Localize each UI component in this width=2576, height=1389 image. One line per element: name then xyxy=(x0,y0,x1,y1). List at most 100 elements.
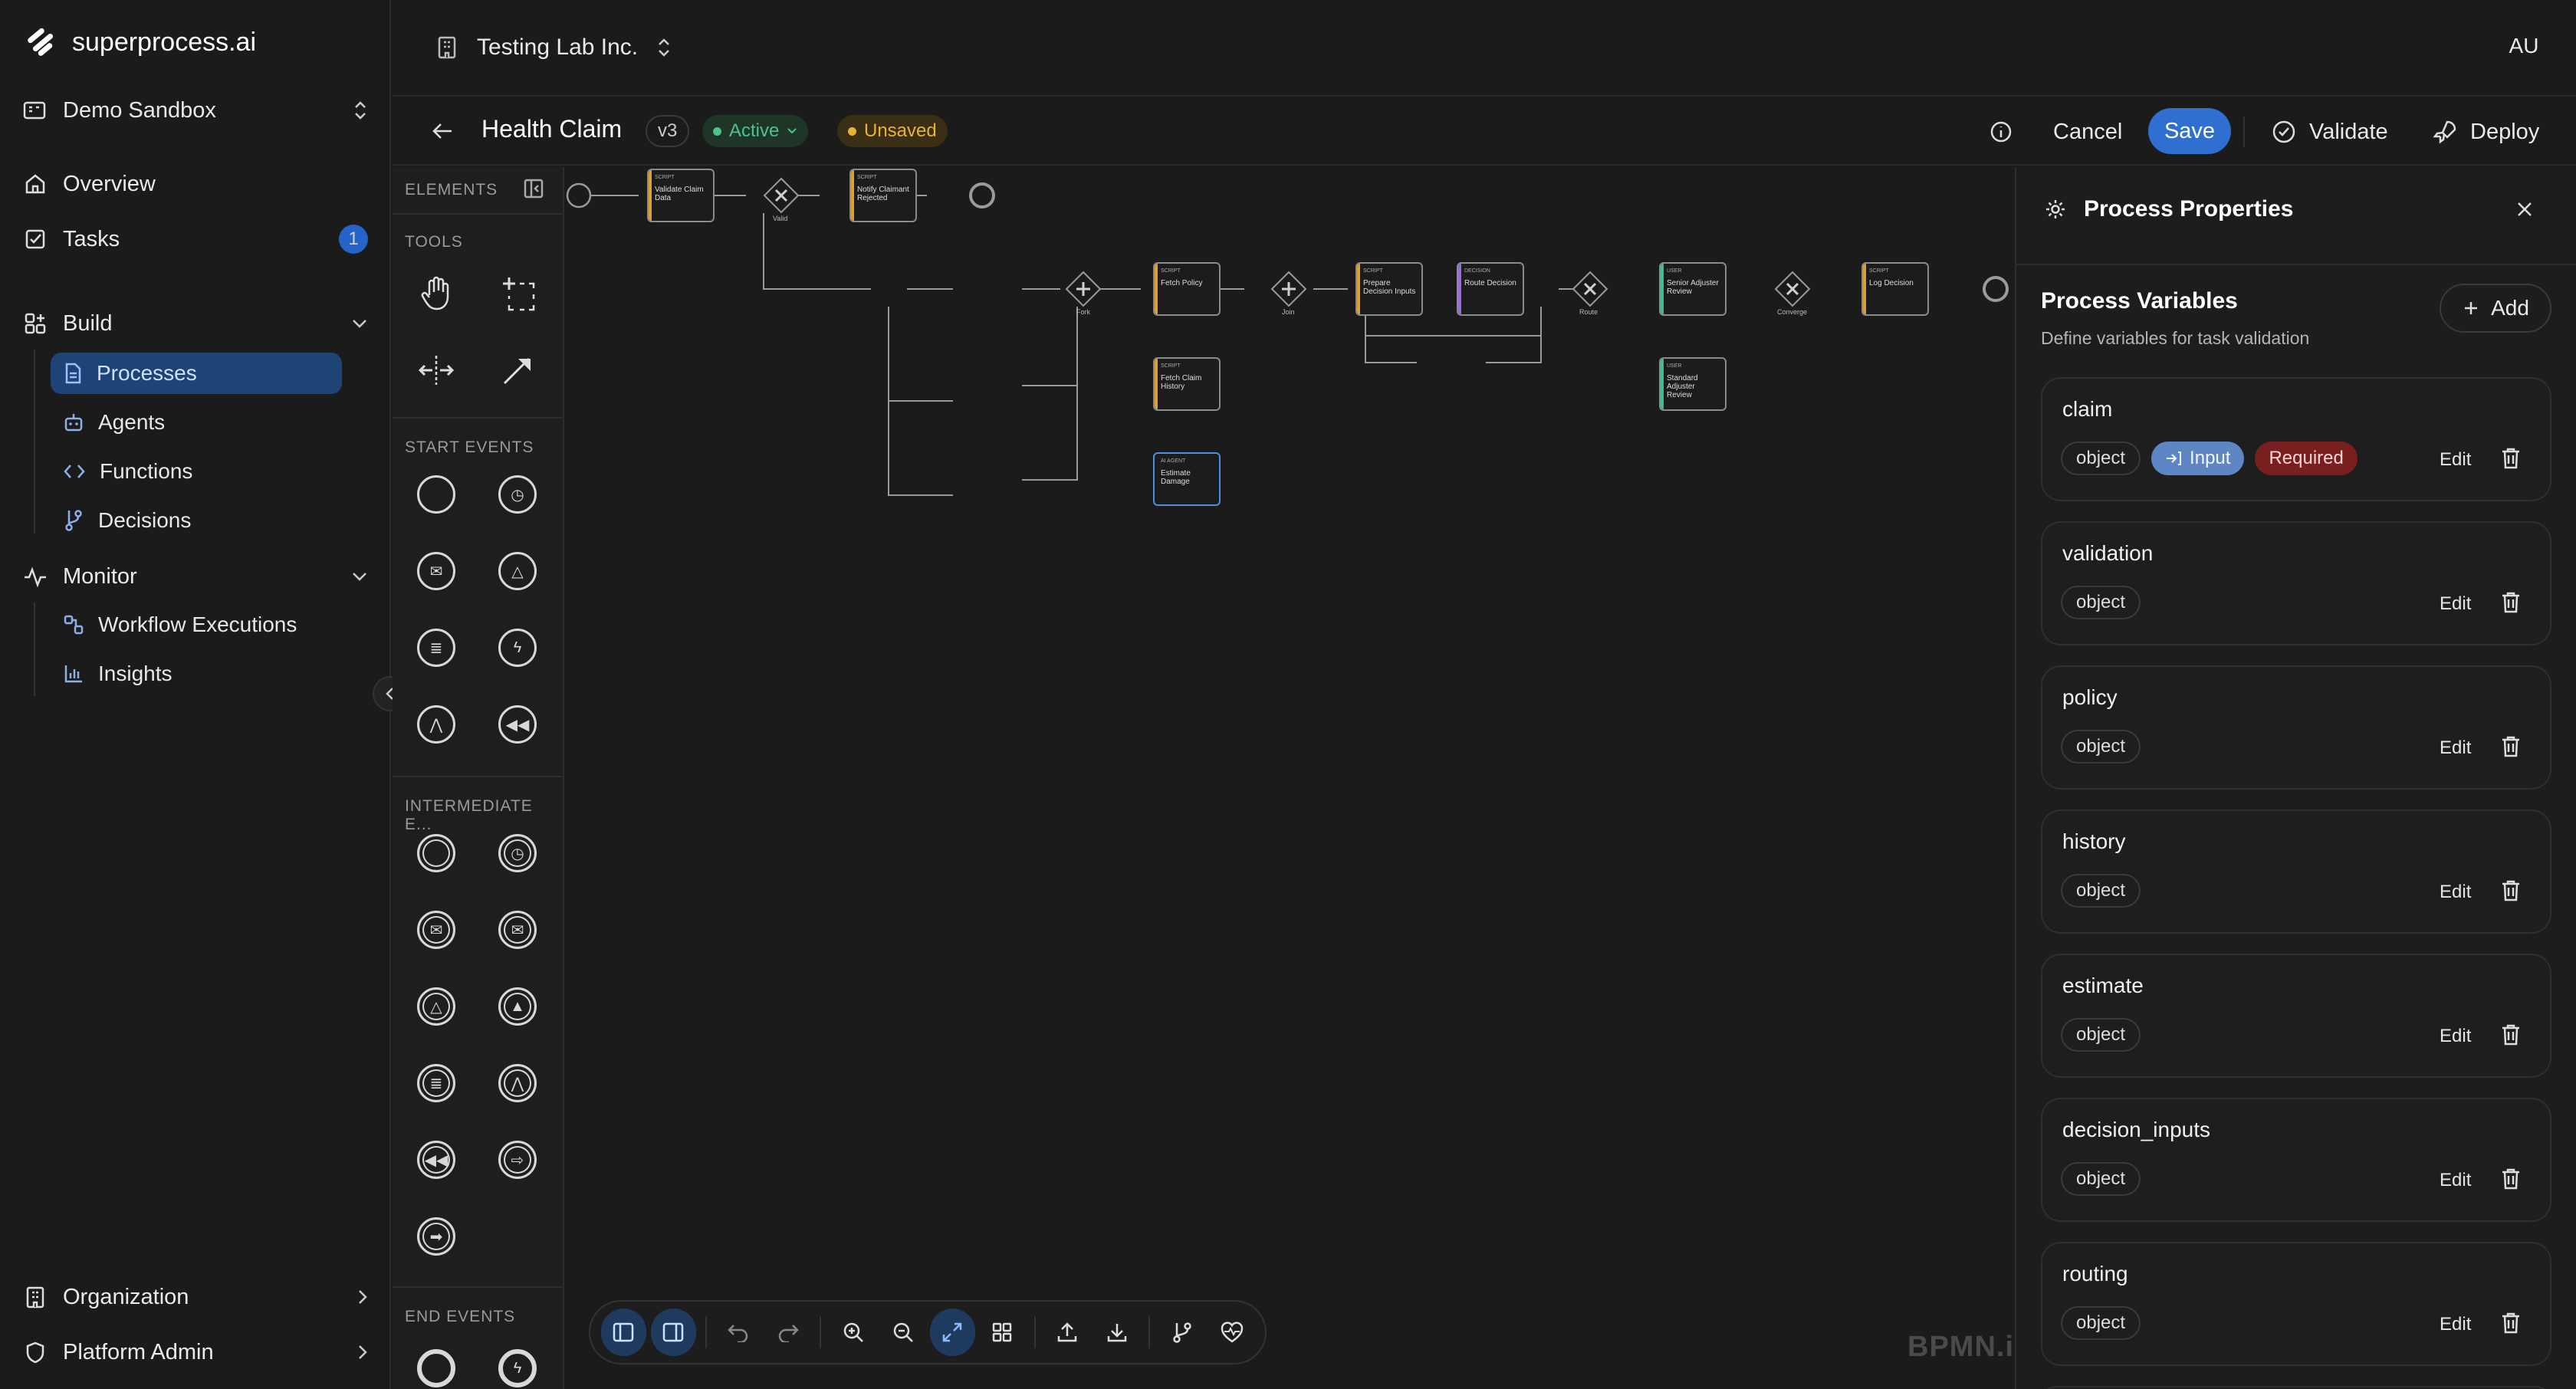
edit-variable-button[interactable]: Edit xyxy=(2440,882,2471,903)
close-panel-button[interactable] xyxy=(2515,196,2535,226)
nav-platform-admin[interactable]: Platform Admin xyxy=(23,1331,368,1374)
toggle-right-panel-button[interactable] xyxy=(650,1309,696,1356)
task-validate-claim-data[interactable]: SCRIPT Validate Claim Data xyxy=(647,169,715,222)
zoom-in-button[interactable] xyxy=(830,1309,876,1356)
delete-variable-button[interactable] xyxy=(2499,734,2522,763)
conditional-start-event-tool[interactable]: ≣ xyxy=(416,627,457,668)
palette-collapse-button[interactable] xyxy=(523,178,544,203)
save-button[interactable]: Save xyxy=(2148,108,2231,154)
edit-variable-button[interactable]: Edit xyxy=(2440,449,2471,471)
task-route-decision[interactable]: DECISION Route Decision xyxy=(1457,262,1524,316)
branch-button[interactable] xyxy=(1159,1309,1204,1356)
message-catch-event-tool[interactable]: ✉ xyxy=(416,909,457,951)
delete-variable-button[interactable] xyxy=(2499,878,2522,907)
back-button[interactable] xyxy=(423,112,462,150)
task-standard-adjuster-review[interactable]: USER Standard Adjuster Review xyxy=(1659,357,1727,411)
signal-catch-event-tool[interactable]: △ xyxy=(416,986,457,1027)
deploy-button[interactable]: Deploy xyxy=(2432,109,2539,155)
delete-variable-button[interactable] xyxy=(2499,1023,2522,1051)
nav-tasks[interactable]: Tasks 1 xyxy=(23,218,368,261)
error-start-event-tool[interactable]: ϟ xyxy=(497,627,538,668)
variable-card-routing[interactable]: routing object Edit xyxy=(2041,1242,2551,1366)
nav-processes[interactable]: Processes xyxy=(51,353,342,394)
nav-workflow-executions[interactable]: Workflow Executions xyxy=(51,604,342,645)
end-event-tool[interactable] xyxy=(416,1348,457,1389)
hand-tool[interactable] xyxy=(416,273,457,314)
delete-variable-button[interactable] xyxy=(2499,446,2522,474)
start-event-tool[interactable] xyxy=(416,474,457,515)
add-variable-button[interactable]: Add xyxy=(2440,284,2551,333)
escalation-event-tool[interactable]: ⋀ xyxy=(497,1062,538,1104)
timer-intermediate-event-tool[interactable]: ◷ xyxy=(497,832,538,874)
lasso-tool[interactable] xyxy=(497,273,538,314)
link-throw-event-tool[interactable]: ➡ xyxy=(416,1216,457,1257)
nav-insights[interactable]: Insights xyxy=(51,653,342,694)
workspace-switcher[interactable]: Demo Sandbox xyxy=(23,89,368,132)
edit-variable-button[interactable]: Edit xyxy=(2440,593,2471,615)
info-button[interactable] xyxy=(1989,109,2013,155)
compensation-event-tool[interactable]: ◀◀ xyxy=(416,1139,457,1180)
clock-icon: ◷ xyxy=(498,834,537,872)
gateway-label-route: Route xyxy=(1579,308,1598,316)
task-senior-adjuster-review[interactable]: USER Senior Adjuster Review xyxy=(1659,262,1727,316)
bpmn-canvas[interactable]: SCRIPT Validate Claim Data SCRIPT Notify… xyxy=(566,167,2032,1389)
nav-overview[interactable]: Overview xyxy=(23,163,368,205)
link-catch-event-tool[interactable]: ⇨ xyxy=(497,1139,538,1180)
validate-button[interactable]: Validate xyxy=(2271,109,2388,155)
cancel-button[interactable]: Cancel xyxy=(2053,109,2122,155)
compensation-start-event-tool[interactable]: ◀◀ xyxy=(497,704,538,745)
nav-organization[interactable]: Organization xyxy=(23,1276,368,1318)
task-log-decision[interactable]: SCRIPT Log Decision xyxy=(1861,262,1929,316)
delete-variable-button[interactable] xyxy=(2499,1167,2522,1195)
intermediate-event-tool[interactable] xyxy=(416,832,457,874)
delete-variable-button[interactable] xyxy=(2499,1311,2522,1339)
download-button[interactable] xyxy=(1094,1309,1139,1356)
nav-build[interactable]: Build xyxy=(23,302,368,345)
task-estimate-damage[interactable]: AI AGENT Estimate Damage xyxy=(1153,452,1221,506)
message-start-event-tool[interactable]: ✉ xyxy=(416,550,457,592)
task-notify-claimant-rejected[interactable]: SCRIPT Notify Claimant Rejected xyxy=(849,169,917,222)
variable-card-claim[interactable]: claim object Input Required Edit xyxy=(2041,377,2551,501)
undo-button[interactable] xyxy=(716,1309,761,1356)
connect-tool[interactable] xyxy=(497,350,538,391)
nav-agents[interactable]: Agents xyxy=(51,402,342,443)
nav-decisions[interactable]: Decisions xyxy=(51,500,342,541)
variable-card-decision-inputs[interactable]: decision_inputs object Edit xyxy=(2041,1098,2551,1222)
toggle-left-panel-button[interactable] xyxy=(601,1309,646,1356)
variable-card-estimate[interactable]: estimate object Edit xyxy=(2041,954,2551,1078)
brand[interactable]: superprocess.ai xyxy=(26,23,256,61)
message-throw-event-tool[interactable]: ✉ xyxy=(497,909,538,951)
input-arrow-icon xyxy=(2167,452,2182,465)
edit-variable-button[interactable]: Edit xyxy=(2440,1026,2471,1047)
redo-button[interactable] xyxy=(765,1309,810,1356)
task-fetch-claim-history[interactable]: SCRIPT Fetch Claim History xyxy=(1153,357,1221,411)
variable-card-validation[interactable]: validation object Edit xyxy=(2041,521,2551,645)
nav-monitor[interactable]: Monitor xyxy=(23,555,368,598)
edit-variable-button[interactable]: Edit xyxy=(2440,1314,2471,1335)
signal-throw-event-tool[interactable]: ▲ xyxy=(497,986,538,1027)
variable-card-history[interactable]: history object Edit xyxy=(2041,809,2551,934)
edit-variable-button[interactable]: Edit xyxy=(2440,1170,2471,1191)
fit-view-button[interactable] xyxy=(929,1309,975,1356)
status-dropdown[interactable]: Active xyxy=(702,115,809,147)
error-end-event-tool[interactable]: ϟ xyxy=(497,1348,538,1389)
health-check-button[interactable] xyxy=(1209,1309,1254,1356)
timer-start-event-tool[interactable]: ◷ xyxy=(497,474,538,515)
organization-switcher[interactable]: Testing Lab Inc. xyxy=(435,28,672,67)
signal-start-event-tool[interactable]: △ xyxy=(497,550,538,592)
escalation-start-event-tool[interactable]: ⋀ xyxy=(416,704,457,745)
task-fetch-policy[interactable]: SCRIPT Fetch Policy xyxy=(1153,262,1221,316)
edit-variable-button[interactable]: Edit xyxy=(2440,737,2471,759)
variable-card-policy[interactable]: policy object Edit xyxy=(2041,665,2551,790)
download-icon xyxy=(1107,1324,1127,1342)
task-prepare-decision-inputs[interactable]: SCRIPT Prepare Decision Inputs xyxy=(1355,262,1423,316)
user-avatar[interactable]: AU xyxy=(2501,23,2547,69)
nav-functions[interactable]: Functions xyxy=(51,451,342,492)
minimap-button[interactable] xyxy=(980,1309,1025,1356)
space-tool[interactable] xyxy=(416,350,457,391)
zoom-out-button[interactable] xyxy=(880,1309,925,1356)
upload-button[interactable] xyxy=(1045,1309,1090,1356)
conditional-event-tool[interactable]: ≣ xyxy=(416,1062,457,1104)
delete-variable-button[interactable] xyxy=(2499,590,2522,619)
bpmn-io-watermark[interactable]: BPMN.io xyxy=(1907,1331,2032,1364)
